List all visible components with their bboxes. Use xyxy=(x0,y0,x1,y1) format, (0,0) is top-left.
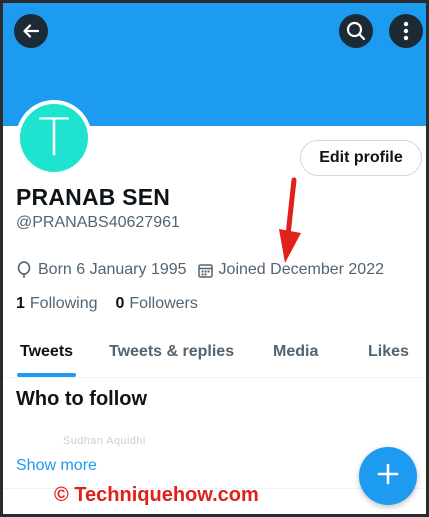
more-options-button[interactable] xyxy=(389,14,423,48)
tab-tweets[interactable]: Tweets xyxy=(20,343,73,361)
following-label: Following xyxy=(29,295,98,312)
annotation-arrow xyxy=(279,177,301,263)
born-date: Born 6 January 1995 xyxy=(38,261,187,278)
show-more-link[interactable]: Show more xyxy=(16,457,97,475)
screenshot-frame: T Edit profile PRANAB SEN @PRANABS406279… xyxy=(0,0,429,517)
compose-tweet-button[interactable] xyxy=(359,447,417,505)
profile-meta: Born 6 January 1995 Joined December 2022 xyxy=(16,261,384,279)
edit-profile-button[interactable]: Edit profile xyxy=(300,140,422,176)
follow-counts: 1 Following 0 Followers xyxy=(16,295,198,313)
followers-count: 0 xyxy=(115,295,125,312)
followers-link[interactable]: 0 Followers xyxy=(116,295,198,313)
arrow-left-icon xyxy=(21,21,41,41)
plus-icon xyxy=(376,462,400,491)
more-vertical-icon xyxy=(403,21,409,41)
followers-label: Followers xyxy=(129,295,198,312)
avatar-letter: T xyxy=(20,104,88,172)
active-tab-indicator xyxy=(17,373,76,377)
profile-handle: @PRANABS40627961 xyxy=(16,214,180,231)
following-link[interactable]: 1 Following xyxy=(16,295,98,313)
balloon-icon xyxy=(16,261,32,279)
tab-likes[interactable]: Likes xyxy=(368,343,409,361)
back-button[interactable] xyxy=(14,14,48,48)
calendar-icon xyxy=(197,263,213,278)
watermark: © Techniquehow.com xyxy=(54,484,259,506)
following-count: 1 xyxy=(16,295,25,312)
suggestion-placeholder: Sudhan Aquidhi xyxy=(63,435,146,447)
search-icon xyxy=(345,20,367,42)
search-button[interactable] xyxy=(339,14,373,48)
tab-tweets-replies[interactable]: Tweets & replies xyxy=(109,343,234,361)
who-to-follow-title: Who to follow xyxy=(16,388,148,410)
avatar[interactable]: T xyxy=(16,100,92,176)
profile-name: PRANAB SEN xyxy=(16,184,171,210)
tab-media[interactable]: Media xyxy=(273,343,318,361)
profile-tabs: Tweets Tweets & replies Media Likes xyxy=(3,330,426,378)
